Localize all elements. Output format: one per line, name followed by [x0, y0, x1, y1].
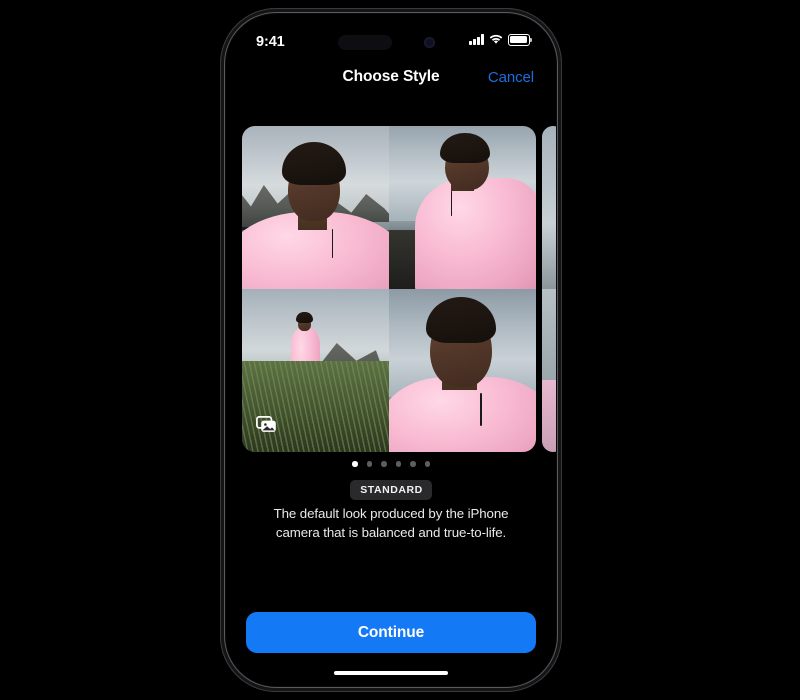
continue-button[interactable]: Continue — [246, 612, 536, 653]
page-dot-1[interactable] — [352, 461, 358, 467]
style-card-next-peek[interactable] — [542, 126, 556, 452]
screenshot-stage: 9:41 Choose Style Cancel STANDARD The de… — [0, 0, 800, 700]
home-indicator[interactable] — [334, 670, 448, 675]
battery-icon — [508, 34, 532, 46]
style-name-badge: STANDARD — [350, 480, 432, 500]
page-dot-4[interactable] — [395, 461, 401, 467]
cancel-button[interactable]: Cancel — [488, 69, 534, 86]
status-bar: 9:41 — [226, 14, 556, 56]
photo-portrait-standing-black-beach[interactable] — [389, 126, 536, 289]
photos-stack-icon[interactable] — [254, 412, 278, 436]
iphone-device-frame: 9:41 Choose Style Cancel STANDARD The de… — [220, 8, 562, 692]
status-bar-indicators — [469, 34, 532, 46]
status-bar-time: 9:41 — [256, 34, 285, 50]
navigation-bar: Choose Style Cancel — [226, 62, 556, 94]
wifi-icon — [489, 34, 503, 45]
page-dot-6[interactable] — [424, 461, 430, 467]
style-description: The default look produced by the iPhone … — [273, 506, 509, 540]
photo-closeup-portrait-overcast-sky[interactable] — [389, 289, 536, 452]
style-badge-row: STANDARD — [226, 480, 556, 500]
photo-portrait-selfie-mountains[interactable] — [242, 126, 389, 289]
dynamic-island — [338, 35, 392, 50]
front-camera-dot-icon — [424, 37, 435, 48]
photo-grid — [242, 126, 536, 452]
pagination-dots[interactable] — [226, 461, 556, 467]
page-dot-2[interactable] — [366, 461, 372, 467]
style-card-standard[interactable] — [242, 126, 536, 452]
phone-screen: 9:41 Choose Style Cancel STANDARD The de… — [226, 14, 556, 686]
style-preview-carousel[interactable] — [226, 126, 556, 454]
page-dot-5[interactable] — [410, 461, 416, 467]
cellular-signal-icon — [469, 34, 484, 46]
page-dot-3[interactable] — [381, 461, 387, 467]
photo-full-body-grass-mountain[interactable] — [242, 289, 389, 452]
